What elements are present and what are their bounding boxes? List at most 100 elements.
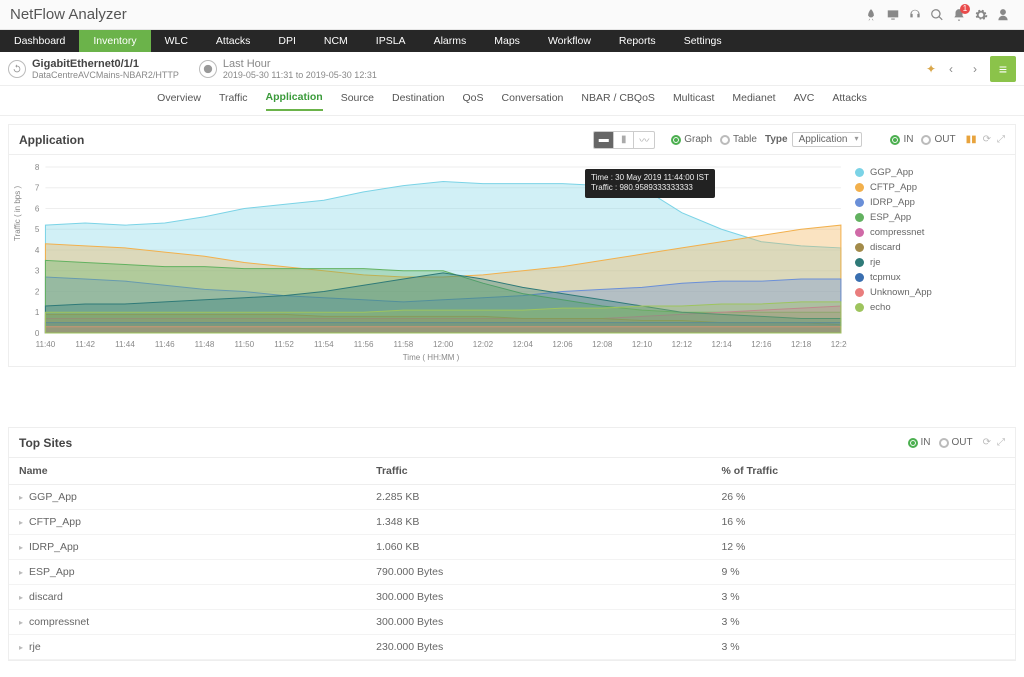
bars-icon[interactable]: ▮▮ xyxy=(966,134,977,145)
graph-radio[interactable] xyxy=(671,135,681,145)
tab-attacks[interactable]: Attacks xyxy=(832,92,866,110)
refresh-icon[interactable] xyxy=(8,60,26,78)
tab-destination[interactable]: Destination xyxy=(392,92,445,110)
nav-ipsla[interactable]: IPSLA xyxy=(362,30,420,52)
svg-text:4: 4 xyxy=(35,246,40,255)
legend-item[interactable]: discard xyxy=(855,240,1005,255)
svg-text:12:16: 12:16 xyxy=(751,340,772,349)
table-row[interactable]: discard300.000 Bytes3 % xyxy=(9,585,1015,610)
nav-maps[interactable]: Maps xyxy=(480,30,534,52)
legend-item[interactable]: compressnet xyxy=(855,225,1005,240)
legend-item[interactable]: CFTP_App xyxy=(855,180,1005,195)
legend-item[interactable]: ESP_App xyxy=(855,210,1005,225)
headset-icon[interactable] xyxy=(904,4,926,26)
table-row[interactable]: ESP_App790.000 Bytes9 % xyxy=(9,560,1015,585)
refresh-small-icon[interactable]: ⟳ xyxy=(983,134,991,145)
chart-type-group: ▬ ▮ 〰 xyxy=(593,131,655,149)
legend-item[interactable]: IDRP_App xyxy=(855,195,1005,210)
nav-ncm[interactable]: NCM xyxy=(310,30,362,52)
nav-settings[interactable]: Settings xyxy=(670,30,736,52)
chart-legend: GGP_AppCFTP_AppIDRP_AppESP_Appcompressne… xyxy=(855,161,1005,362)
legend-item[interactable]: echo xyxy=(855,300,1005,315)
nav-wlc[interactable]: WLC xyxy=(151,30,202,52)
gear-icon[interactable] xyxy=(970,4,992,26)
expand-sites-icon[interactable]: ⤢ xyxy=(997,437,1005,448)
clock-icon[interactable] xyxy=(199,60,217,78)
monitor-icon[interactable] xyxy=(882,4,904,26)
svg-text:12:20: 12:20 xyxy=(831,340,847,349)
tab-medianet[interactable]: Medianet xyxy=(732,92,775,110)
table-row[interactable]: rje230.000 Bytes3 % xyxy=(9,635,1015,660)
out-radio[interactable] xyxy=(921,135,931,145)
tooltip-time: Time : 30 May 2019 11:44:00 IST xyxy=(591,173,709,183)
svg-text:12:06: 12:06 xyxy=(552,340,573,349)
table-label: Table xyxy=(733,134,757,145)
tab-qos[interactable]: QoS xyxy=(463,92,484,110)
menu-button[interactable]: ≡ xyxy=(990,56,1016,82)
legend-item[interactable]: GGP_App xyxy=(855,165,1005,180)
col-header[interactable]: % of Traffic xyxy=(711,458,1015,485)
interface-path: DataCentreAVCMains-NBAR2/HTTP xyxy=(32,70,179,80)
tooltip-value: Traffic : 980.9589333333333 xyxy=(591,183,709,193)
tab-nbar-cbqos[interactable]: NBAR / CBQoS xyxy=(581,92,655,110)
nav-attacks[interactable]: Attacks xyxy=(202,30,264,52)
svg-text:12:10: 12:10 xyxy=(632,340,653,349)
table-row[interactable]: IDRP_App1.060 KB12 % xyxy=(9,535,1015,560)
context-bar: GigabitEthernet0/1/1 DataCentreAVCMains-… xyxy=(0,52,1024,86)
line-chart-icon[interactable]: 〰 xyxy=(634,132,654,148)
nav-dpi[interactable]: DPI xyxy=(264,30,310,52)
chart-area: Traffic ( in bps ) 01234567811:4011:4211… xyxy=(15,161,847,362)
tab-traffic[interactable]: Traffic xyxy=(219,92,248,110)
legend-item[interactable]: Unknown_App xyxy=(855,285,1005,300)
table-row[interactable]: compressnet300.000 Bytes3 % xyxy=(9,610,1015,635)
user-icon[interactable] xyxy=(992,4,1014,26)
legend-item[interactable]: tcpmux xyxy=(855,270,1005,285)
sub-nav: Overview Traffic Application Source Destinat… xyxy=(0,86,1024,116)
type-select[interactable]: Application xyxy=(792,132,863,147)
area-chart-icon[interactable]: ▬ xyxy=(594,132,614,148)
svg-text:11:54: 11:54 xyxy=(314,340,334,349)
refresh-sites-icon[interactable]: ⟳ xyxy=(983,437,991,448)
top-sites-panel: Top Sites IN OUT ⟳ ⤢ NameTraffic% of Tra… xyxy=(8,427,1016,661)
bar-chart-icon[interactable]: ▮ xyxy=(614,132,634,148)
nav-reports[interactable]: Reports xyxy=(605,30,670,52)
in-label: IN xyxy=(903,134,913,145)
table-radio[interactable] xyxy=(720,135,730,145)
search-icon[interactable] xyxy=(926,4,948,26)
sites-out-radio[interactable] xyxy=(939,438,949,448)
col-header[interactable]: Name xyxy=(9,458,366,485)
sites-out-label: OUT xyxy=(952,437,973,448)
svg-text:5: 5 xyxy=(35,225,40,234)
type-label: Type xyxy=(765,134,788,145)
nav-inventory[interactable]: Inventory xyxy=(79,30,150,52)
tab-multicast[interactable]: Multicast xyxy=(673,92,714,110)
sites-table: NameTraffic% of Traffic GGP_App2.285 KB2… xyxy=(9,458,1015,660)
nav-dashboard[interactable]: Dashboard xyxy=(0,30,79,52)
sites-in-radio[interactable] xyxy=(908,438,918,448)
table-row[interactable]: GGP_App2.285 KB26 % xyxy=(9,485,1015,510)
nav-alarms[interactable]: Alarms xyxy=(420,30,481,52)
svg-text:11:48: 11:48 xyxy=(195,340,215,349)
table-row[interactable]: CFTP_App1.348 KB16 % xyxy=(9,510,1015,535)
nav-workflow[interactable]: Workflow xyxy=(534,30,605,52)
out-label: OUT xyxy=(934,134,955,145)
interface-name: GigabitEthernet0/1/1 xyxy=(32,58,179,70)
next-button[interactable]: › xyxy=(966,60,984,78)
tab-conversation[interactable]: Conversation xyxy=(502,92,564,110)
svg-text:8: 8 xyxy=(35,163,40,172)
prev-button[interactable]: ‹ xyxy=(942,60,960,78)
tab-application[interactable]: Application xyxy=(266,91,323,111)
tab-overview[interactable]: Overview xyxy=(157,92,201,110)
legend-item[interactable]: rje xyxy=(855,255,1005,270)
expand-icon[interactable]: ⤢ xyxy=(997,134,1005,145)
rocket-icon[interactable] xyxy=(860,4,882,26)
col-header[interactable]: Traffic xyxy=(366,458,711,485)
notif-badge: 1 xyxy=(960,4,970,14)
in-radio[interactable] xyxy=(890,135,900,145)
svg-text:12:12: 12:12 xyxy=(672,340,693,349)
bell-icon[interactable]: 1 xyxy=(948,4,970,26)
svg-text:0: 0 xyxy=(35,329,40,338)
alarm-icon[interactable]: ✦ xyxy=(926,62,936,76)
tab-source[interactable]: Source xyxy=(341,92,374,110)
tab-avc[interactable]: AVC xyxy=(794,92,815,110)
